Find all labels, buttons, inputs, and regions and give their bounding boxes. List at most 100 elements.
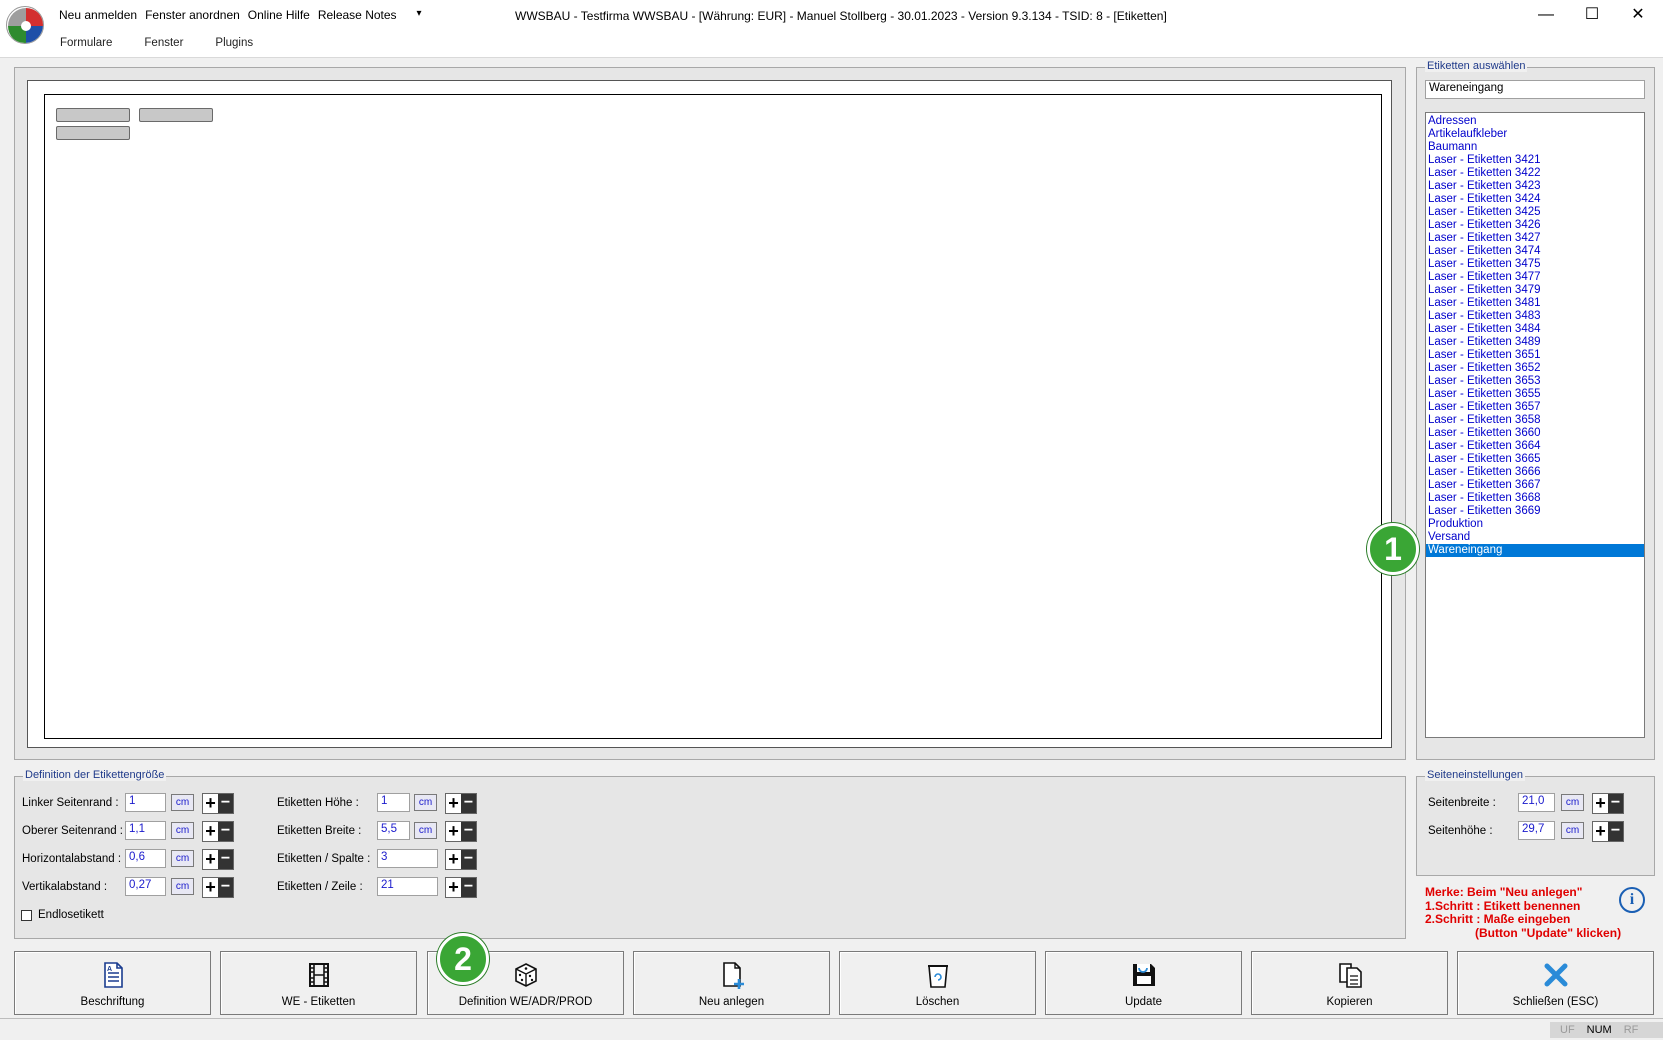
plus-icon[interactable]: +: [446, 822, 461, 841]
plus-icon[interactable]: +: [446, 794, 461, 813]
label-placeholder[interactable]: [56, 126, 130, 140]
list-item[interactable]: Laser - Etiketten 3658: [1426, 414, 1644, 427]
minus-icon[interactable]: −: [218, 878, 233, 897]
vertical-spacing-input[interactable]: 0,27: [125, 877, 166, 896]
app-logo-icon[interactable]: [6, 6, 44, 44]
list-item[interactable]: Laser - Etiketten 3669: [1426, 505, 1644, 518]
plus-minus-stepper[interactable]: + −: [202, 821, 234, 842]
menu-neu-anmelden[interactable]: Neu anmelden: [55, 8, 141, 22]
list-item[interactable]: Laser - Etiketten 3427: [1426, 232, 1644, 245]
list-item[interactable]: Wareneingang: [1426, 544, 1644, 557]
menu-fenster[interactable]: Fenster: [144, 37, 183, 49]
list-item[interactable]: Adressen: [1426, 115, 1644, 128]
plus-minus-stepper[interactable]: + −: [202, 793, 234, 814]
beschriftung-button[interactable]: A Beschriftung: [14, 951, 211, 1015]
kopieren-button[interactable]: Kopieren: [1251, 951, 1448, 1015]
list-item[interactable]: Laser - Etiketten 3667: [1426, 479, 1644, 492]
minus-icon[interactable]: −: [461, 878, 476, 897]
list-item[interactable]: Laser - Etiketten 3422: [1426, 167, 1644, 180]
plus-icon[interactable]: +: [1593, 822, 1608, 841]
list-item[interactable]: Laser - Etiketten 3425: [1426, 206, 1644, 219]
left-margin-input[interactable]: 1: [125, 793, 166, 812]
plus-minus-stepper[interactable]: + −: [202, 849, 234, 870]
list-item[interactable]: Artikelaufkleber: [1426, 128, 1644, 141]
plus-minus-stepper[interactable]: + −: [202, 877, 234, 898]
list-item[interactable]: Laser - Etiketten 3651: [1426, 349, 1644, 362]
menu-formulare[interactable]: Formulare: [60, 37, 112, 49]
plus-icon[interactable]: +: [203, 794, 218, 813]
list-item[interactable]: Laser - Etiketten 3652: [1426, 362, 1644, 375]
menu-release-notes[interactable]: Release Notes: [314, 8, 401, 22]
neu-anlegen-button[interactable]: Neu anlegen: [633, 951, 830, 1015]
list-item[interactable]: Laser - Etiketten 3665: [1426, 453, 1644, 466]
minus-icon[interactable]: −: [218, 822, 233, 841]
page-width-input[interactable]: 21,0: [1518, 793, 1555, 812]
loeschen-button[interactable]: Löschen: [839, 951, 1036, 1015]
label-list[interactable]: Adressen Artikelaufkleber Baumann Laser - E…: [1425, 112, 1645, 738]
minus-icon[interactable]: −: [1608, 794, 1623, 813]
list-item[interactable]: Laser - Etiketten 3479: [1426, 284, 1644, 297]
plus-icon[interactable]: +: [203, 878, 218, 897]
plus-minus-stepper[interactable]: + −: [445, 849, 477, 870]
minus-icon[interactable]: −: [461, 794, 476, 813]
list-item[interactable]: Laser - Etiketten 3660: [1426, 427, 1644, 440]
page-height-input[interactable]: 29,7: [1518, 821, 1555, 840]
list-item[interactable]: Laser - Etiketten 3475: [1426, 258, 1644, 271]
minus-icon[interactable]: −: [461, 822, 476, 841]
menu-fenster-anordnen[interactable]: Fenster anordnen: [141, 8, 244, 22]
minus-icon[interactable]: −: [218, 850, 233, 869]
plus-minus-stepper[interactable]: + −: [445, 821, 477, 842]
schliessen-button[interactable]: Schließen (ESC): [1457, 951, 1654, 1015]
list-item[interactable]: Laser - Etiketten 3664: [1426, 440, 1644, 453]
plus-icon[interactable]: +: [203, 822, 218, 841]
plus-minus-stepper[interactable]: + −: [1592, 821, 1624, 842]
maximize-icon[interactable]: ☐: [1570, 4, 1614, 26]
plus-icon[interactable]: +: [203, 850, 218, 869]
plus-icon[interactable]: +: [446, 878, 461, 897]
top-margin-input[interactable]: 1,1: [125, 821, 166, 840]
list-item[interactable]: Laser - Etiketten 3653: [1426, 375, 1644, 388]
list-item[interactable]: Laser - Etiketten 3421: [1426, 154, 1644, 167]
list-item[interactable]: Laser - Etiketten 3483: [1426, 310, 1644, 323]
minimize-icon[interactable]: —: [1524, 4, 1568, 26]
list-item[interactable]: Baumann: [1426, 141, 1644, 154]
minus-icon[interactable]: −: [1608, 822, 1623, 841]
label-name-input[interactable]: Wareneingang: [1425, 80, 1645, 99]
menu-plugins[interactable]: Plugins: [215, 37, 253, 49]
list-item[interactable]: Laser - Etiketten 3424: [1426, 193, 1644, 206]
list-item[interactable]: Laser - Etiketten 3426: [1426, 219, 1644, 232]
list-item[interactable]: Laser - Etiketten 3474: [1426, 245, 1644, 258]
horizontal-spacing-input[interactable]: 0,6: [125, 849, 166, 868]
plus-minus-stepper[interactable]: + −: [445, 793, 477, 814]
list-item[interactable]: Laser - Etiketten 3477: [1426, 271, 1644, 284]
endless-label-checkbox[interactable]: [21, 910, 32, 921]
we-etiketten-button[interactable]: WE - Etiketten: [220, 951, 417, 1015]
list-item[interactable]: Laser - Etiketten 3668: [1426, 492, 1644, 505]
list-item[interactable]: Laser - Etiketten 3423: [1426, 180, 1644, 193]
label-placeholder[interactable]: [139, 108, 213, 122]
minus-icon[interactable]: −: [218, 794, 233, 813]
chevron-down-icon[interactable]: ▾: [413, 8, 426, 22]
list-item[interactable]: Laser - Etiketten 3484: [1426, 323, 1644, 336]
plus-minus-stepper[interactable]: + −: [1592, 793, 1624, 814]
list-item[interactable]: Laser - Etiketten 3481: [1426, 297, 1644, 310]
labels-per-column-input[interactable]: 3: [377, 849, 438, 868]
list-item[interactable]: Produktion: [1426, 518, 1644, 531]
close-icon[interactable]: ✕: [1616, 4, 1660, 26]
update-button[interactable]: Update: [1045, 951, 1242, 1015]
list-item[interactable]: Laser - Etiketten 3489: [1426, 336, 1644, 349]
list-item[interactable]: Versand: [1426, 531, 1644, 544]
minus-icon[interactable]: −: [461, 850, 476, 869]
list-item[interactable]: Laser - Etiketten 3666: [1426, 466, 1644, 479]
label-height-input[interactable]: 1: [377, 793, 410, 812]
plus-icon[interactable]: +: [1593, 794, 1608, 813]
plus-minus-stepper[interactable]: + −: [445, 877, 477, 898]
plus-icon[interactable]: +: [446, 850, 461, 869]
label-width-input[interactable]: 5,5: [377, 821, 410, 840]
info-icon[interactable]: i: [1619, 887, 1645, 913]
list-item[interactable]: Laser - Etiketten 3657: [1426, 401, 1644, 414]
label-placeholder[interactable]: [56, 108, 130, 122]
labels-per-row-input[interactable]: 21: [377, 877, 438, 896]
list-item[interactable]: Laser - Etiketten 3655: [1426, 388, 1644, 401]
menu-online-hilfe[interactable]: Online Hilfe: [244, 8, 314, 22]
